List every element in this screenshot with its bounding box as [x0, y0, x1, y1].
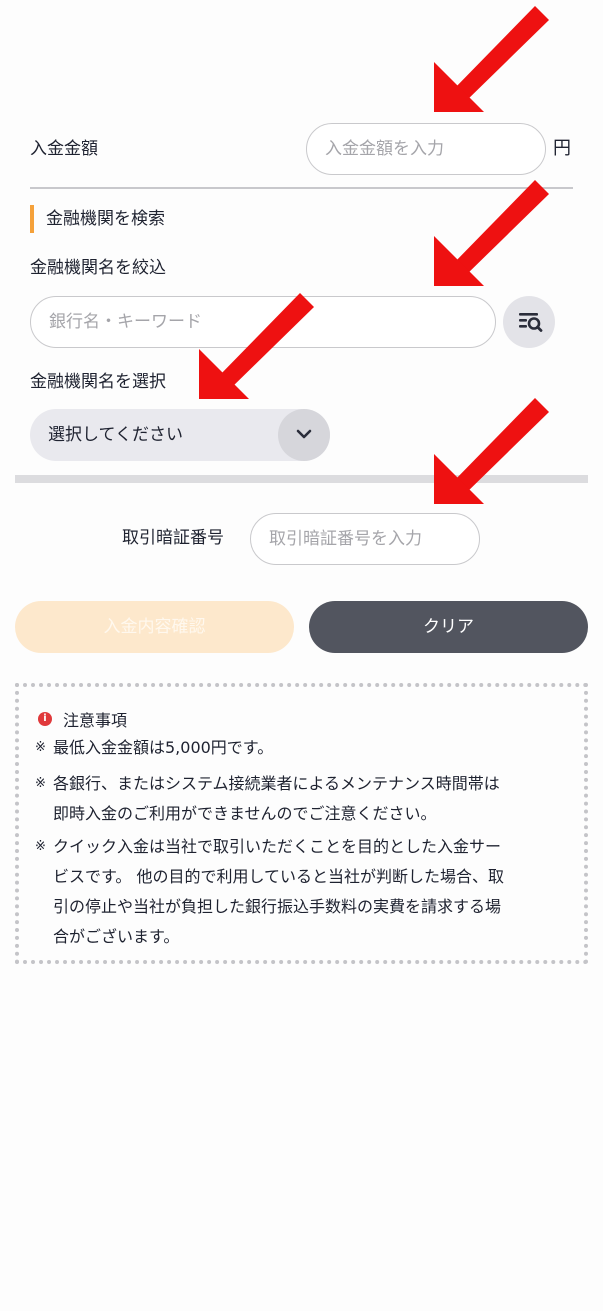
divider [30, 187, 573, 189]
bank-filter-label: 金融機関名を絞込 [30, 258, 166, 278]
red-arrow-icon [434, 180, 549, 286]
bank-select-dropdown[interactable]: 選択してください [30, 409, 330, 461]
red-arrow-icon [434, 6, 549, 112]
bank-select-label: 金融機関名を選択 [30, 372, 166, 392]
confirm-deposit-button[interactable]: 入金内容確認 [15, 601, 294, 653]
chevron-down-icon [296, 429, 312, 439]
bank-keyword-input[interactable] [30, 296, 496, 348]
select-chevron-button[interactable] [278, 409, 330, 461]
deposit-amount-input[interactable] [306, 123, 546, 175]
section-divider [15, 475, 588, 483]
pin-label: 取引暗証番号 [122, 528, 224, 548]
notice-item: ※ 各銀行、またはシステム接続業者によるメンテナンス時間帯は 即時入金のご利用が… [35, 769, 565, 829]
section-accent-bar [30, 205, 34, 233]
notice-title: 注意事項 [63, 711, 128, 730]
red-arrow-icon [434, 398, 549, 504]
currency-unit: 円 [553, 138, 571, 159]
annotation-arrows [199, 6, 549, 504]
note-mark: ※ [35, 839, 46, 854]
info-icon: i [38, 712, 52, 726]
note-mark: ※ [35, 740, 46, 755]
notice-item: ※ クイック入金は当社で取引いただくことを目的とした入金サー ビスです。 他の目… [35, 832, 565, 952]
section-title-bank-search: 金融機関を検索 [46, 209, 165, 229]
clear-button[interactable]: クリア [309, 601, 588, 653]
search-list-icon [519, 313, 543, 332]
bank-select-value: 選択してください [48, 425, 183, 445]
notice-box: i 注意事項 ※ 最低入金金額は5,000円です。 ※ 各銀行、またはシステム接… [15, 683, 588, 964]
bank-search-button[interactable] [503, 296, 555, 348]
notice-header: i 注意事項 [38, 709, 128, 733]
pin-input[interactable] [250, 513, 480, 565]
notice-item: ※ 最低入金金額は5,000円です。 [35, 733, 565, 763]
deposit-amount-label: 入金金額 [30, 139, 98, 159]
note-mark: ※ [35, 776, 46, 791]
